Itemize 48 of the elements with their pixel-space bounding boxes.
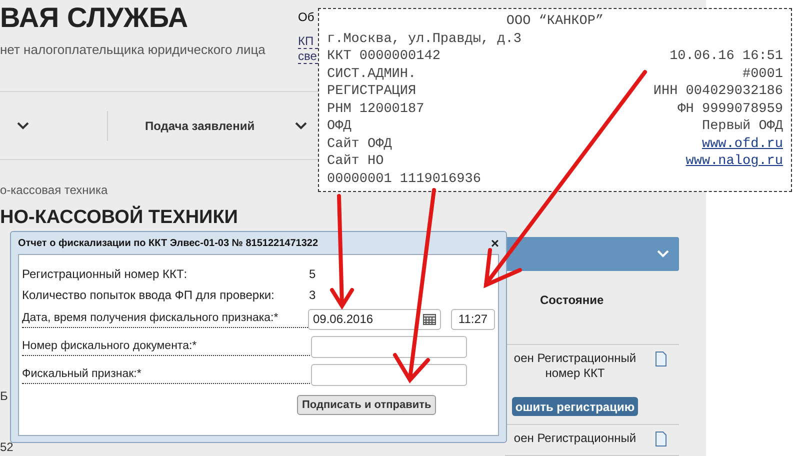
date-field[interactable]: 09.06.2016 xyxy=(308,308,441,330)
receipt-title: ООО “КАНКОР” xyxy=(505,13,605,30)
document-icon[interactable] xyxy=(655,351,667,367)
close-button[interactable]: × xyxy=(490,236,499,250)
chevron-down-icon xyxy=(294,122,307,130)
action-button[interactable]: ошить регистрацию xyxy=(512,397,638,416)
table-cell-text: Б xyxy=(0,388,8,405)
field-label: Дата, время получения фискального признака:* xyxy=(22,310,308,328)
time-field[interactable]: 11:27 xyxy=(451,308,495,330)
status-text: оен Регистрационный номер ККТ xyxy=(512,351,638,381)
table-cell-text: 52 xyxy=(0,439,14,456)
section-heading: НО-КАССОВОЙ ТЕХНИКИ xyxy=(0,207,239,230)
receipt-link[interactable]: www.nalog.ru xyxy=(686,153,783,170)
receipt-label: СИСТ.АДМИН. xyxy=(327,66,416,83)
receipt-value: ИНН 004029032186 xyxy=(653,83,783,100)
receipt-value: Первый ОФД xyxy=(702,118,783,136)
receipt-value: ФН 9999078959 xyxy=(678,100,783,118)
receipt-value: #0001 xyxy=(742,66,783,83)
field-label: Номер фискального документа:* xyxy=(22,338,310,356)
chevron-down-icon xyxy=(657,250,669,258)
receipt-label: г.Москва, ул.Правды, д.3 xyxy=(327,30,522,48)
info-value: 3 xyxy=(309,286,316,304)
receipt-label: РЕГИСТРАЦИЯ xyxy=(327,83,416,100)
receipt-label: 00000001 1119016936 xyxy=(327,170,481,188)
dialog-title: Отчет о фискализации по ККТ Элвес-01-03 № 8151221471322 xyxy=(18,236,318,250)
receipt-label: РНМ 12000187 xyxy=(327,100,424,118)
input-field[interactable] xyxy=(311,336,467,358)
receipt-label: Сайт НО xyxy=(327,153,384,170)
receipt-label: Сайт ОФД xyxy=(327,136,392,153)
chevron-down-icon xyxy=(17,122,29,130)
info-label: Количество попыток ввода ФП для проверки: xyxy=(22,286,276,304)
receipt-value: 10.06.16 16:51 xyxy=(670,48,783,66)
calendar-icon[interactable] xyxy=(423,314,436,324)
nav-item[interactable]: Подача заявлений xyxy=(145,116,255,135)
receipt-label: ККТ 0000000142 xyxy=(327,48,440,66)
address-text: Об xyxy=(298,9,316,26)
receipt-link[interactable]: www.ofd.ru xyxy=(702,136,783,153)
breadcrumb: о-кассовая техника xyxy=(0,182,109,200)
page-title: ВАЯ СЛУЖБА xyxy=(0,2,190,34)
document-icon[interactable] xyxy=(655,431,667,447)
info-label: Регистрационный номер ККТ: xyxy=(22,266,188,282)
status-text: оен Регистрационный xyxy=(514,431,636,446)
input-field[interactable] xyxy=(311,364,467,386)
receipt-label: ОФД xyxy=(327,118,352,136)
info-value: 5 xyxy=(309,266,316,282)
page-subtitle: нет налогоплательщика юридического лица xyxy=(0,41,266,59)
field-label: Фискальный признак:* xyxy=(22,366,310,384)
submit-button[interactable]: Подписать и отправить xyxy=(297,395,436,415)
